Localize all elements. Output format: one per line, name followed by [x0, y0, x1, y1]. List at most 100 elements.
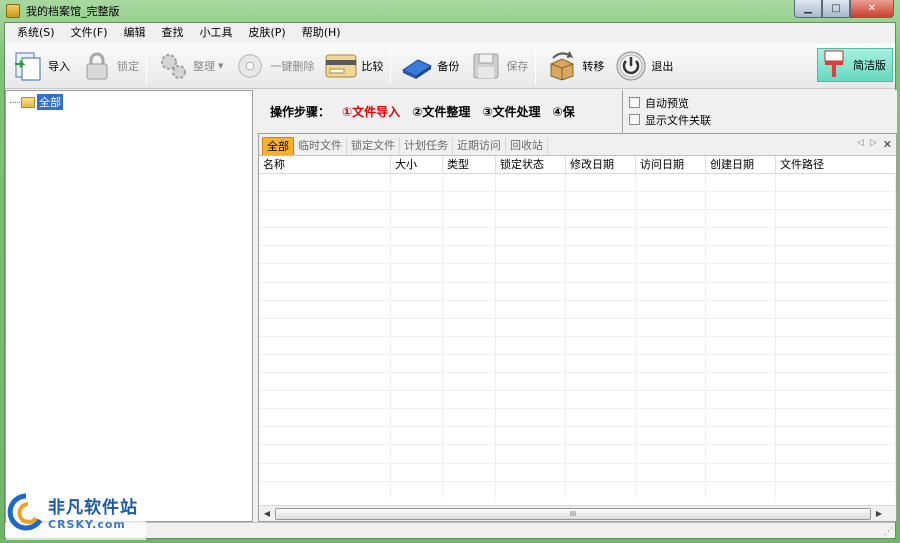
scroll-left-icon[interactable]: ◀: [259, 509, 275, 518]
exit-button[interactable]: 退出: [610, 45, 677, 87]
menu-edit[interactable]: 编辑: [116, 23, 154, 43]
backup-icon: [400, 49, 434, 83]
title-bar[interactable]: 我的档案馆_完整版 ▁ □ ✕: [0, 0, 900, 22]
table-cell: [566, 210, 636, 228]
tree-connector: [10, 101, 20, 103]
menu-system[interactable]: 系统(S): [9, 23, 63, 43]
step-save[interactable]: ④保: [553, 103, 575, 120]
menu-skin[interactable]: 皮肤(P): [241, 23, 294, 43]
transfer-button[interactable]: 转移: [541, 45, 608, 87]
table-cell: [496, 264, 566, 282]
tab-recycle-bin[interactable]: 回收站: [506, 137, 548, 155]
table-cell: [496, 354, 566, 373]
col-name[interactable]: 名称: [259, 156, 391, 174]
resize-grip-icon[interactable]: ⋰: [884, 527, 893, 537]
table-cell: [391, 228, 443, 246]
folder-tree-panel: 全部: [5, 90, 253, 522]
table-cell: [496, 463, 566, 481]
col-type[interactable]: 类型: [443, 156, 496, 174]
table-cell: [706, 318, 776, 336]
table-cell: [566, 318, 636, 336]
col-created-date[interactable]: 创建日期: [706, 156, 776, 174]
step-organize[interactable]: ②文件整理: [412, 103, 470, 120]
table-cell: [706, 481, 776, 499]
tab-scroll-left-icon[interactable]: ◁: [857, 138, 864, 151]
lock-button[interactable]: 锁定: [76, 45, 143, 87]
minimize-button[interactable]: ▁: [794, 0, 822, 18]
show-file-assoc-checkbox[interactable]: [629, 114, 640, 125]
compare-button[interactable]: 比较: [320, 45, 387, 87]
table-cell: [443, 192, 496, 210]
maximize-button[interactable]: □: [822, 0, 850, 18]
table-row[interactable]: [259, 481, 896, 499]
table-row[interactable]: [259, 300, 896, 319]
one-click-delete-button[interactable]: 一键删除: [229, 45, 318, 87]
organize-button[interactable]: 整理 ▼: [152, 45, 227, 87]
menu-file[interactable]: 文件(F): [63, 23, 116, 43]
close-button[interactable]: ✕: [850, 0, 894, 18]
table-cell: [443, 445, 496, 463]
table-row[interactable]: [259, 282, 896, 301]
horizontal-scrollbar[interactable]: ◀ III ▶: [259, 505, 896, 521]
table-cell: [566, 481, 636, 499]
table-row[interactable]: [259, 354, 896, 374]
table-row[interactable]: [259, 192, 896, 211]
col-modified-date[interactable]: 修改日期: [566, 156, 636, 174]
scroll-thumb[interactable]: III: [275, 507, 871, 520]
table-row[interactable]: [259, 445, 896, 464]
table-cell: [636, 210, 706, 228]
table-cell: [496, 174, 566, 192]
table-cell: [706, 391, 776, 409]
table-cell: [443, 427, 496, 445]
table-row[interactable]: [259, 228, 896, 247]
tab-recent[interactable]: 近期访问: [453, 137, 506, 155]
tab-scroll-right-icon[interactable]: ▷: [870, 138, 877, 151]
table-row[interactable]: [259, 463, 896, 482]
table-row[interactable]: [259, 427, 896, 446]
tab-scheduled-tasks[interactable]: 计划任务: [400, 137, 453, 155]
table-cell: [776, 463, 896, 481]
table-row[interactable]: [259, 264, 896, 283]
tab-close-icon[interactable]: ✕: [883, 138, 892, 151]
tab-temp-files[interactable]: 临时文件: [294, 137, 347, 155]
simple-edition-button[interactable]: 简洁版: [817, 48, 893, 82]
col-file-path[interactable]: 文件路径: [776, 156, 896, 174]
menu-find[interactable]: 查找: [154, 23, 192, 43]
col-size[interactable]: 大小: [391, 156, 443, 174]
table-row[interactable]: [259, 210, 896, 229]
organize-dropdown-icon[interactable]: ▼: [218, 62, 223, 70]
table-row[interactable]: [259, 409, 896, 428]
table-cell: [706, 210, 776, 228]
col-lock-status[interactable]: 锁定状态: [496, 156, 566, 174]
show-file-assoc-option[interactable]: 显示文件关联: [629, 111, 891, 128]
table-row[interactable]: [259, 391, 896, 410]
save-icon: [469, 49, 503, 83]
table-cell: [391, 300, 443, 318]
save-button[interactable]: 保存: [465, 45, 532, 87]
table-cell: [636, 373, 706, 391]
import-button[interactable]: 导入: [7, 45, 74, 87]
menu-help[interactable]: 帮助(H): [294, 23, 349, 43]
scroll-right-icon[interactable]: ▶: [871, 509, 887, 518]
import-icon: [11, 49, 45, 83]
table-row[interactable]: [259, 174, 896, 193]
step-import[interactable]: ①文件导入: [342, 103, 400, 120]
auto-preview-option[interactable]: 自动预览: [629, 94, 891, 111]
table-cell: [776, 210, 896, 228]
backup-button[interactable]: 备份: [396, 45, 463, 87]
table-row[interactable]: [259, 373, 896, 392]
col-access-date[interactable]: 访问日期: [636, 156, 706, 174]
table-cell: [706, 192, 776, 210]
step-process[interactable]: ③文件处理: [482, 103, 540, 120]
minimize-icon: ▁: [804, 3, 812, 14]
table-cell: [259, 228, 391, 246]
tree-item-all[interactable]: 全部: [6, 91, 252, 113]
table-cell: [443, 409, 496, 427]
tab-all[interactable]: 全部: [262, 137, 294, 155]
table-row[interactable]: [259, 246, 896, 265]
auto-preview-checkbox[interactable]: [629, 97, 640, 108]
table-row[interactable]: [259, 336, 896, 355]
tab-locked-files[interactable]: 锁定文件: [347, 137, 400, 155]
menu-tools[interactable]: 小工具: [192, 23, 241, 43]
table-row[interactable]: [259, 318, 896, 337]
